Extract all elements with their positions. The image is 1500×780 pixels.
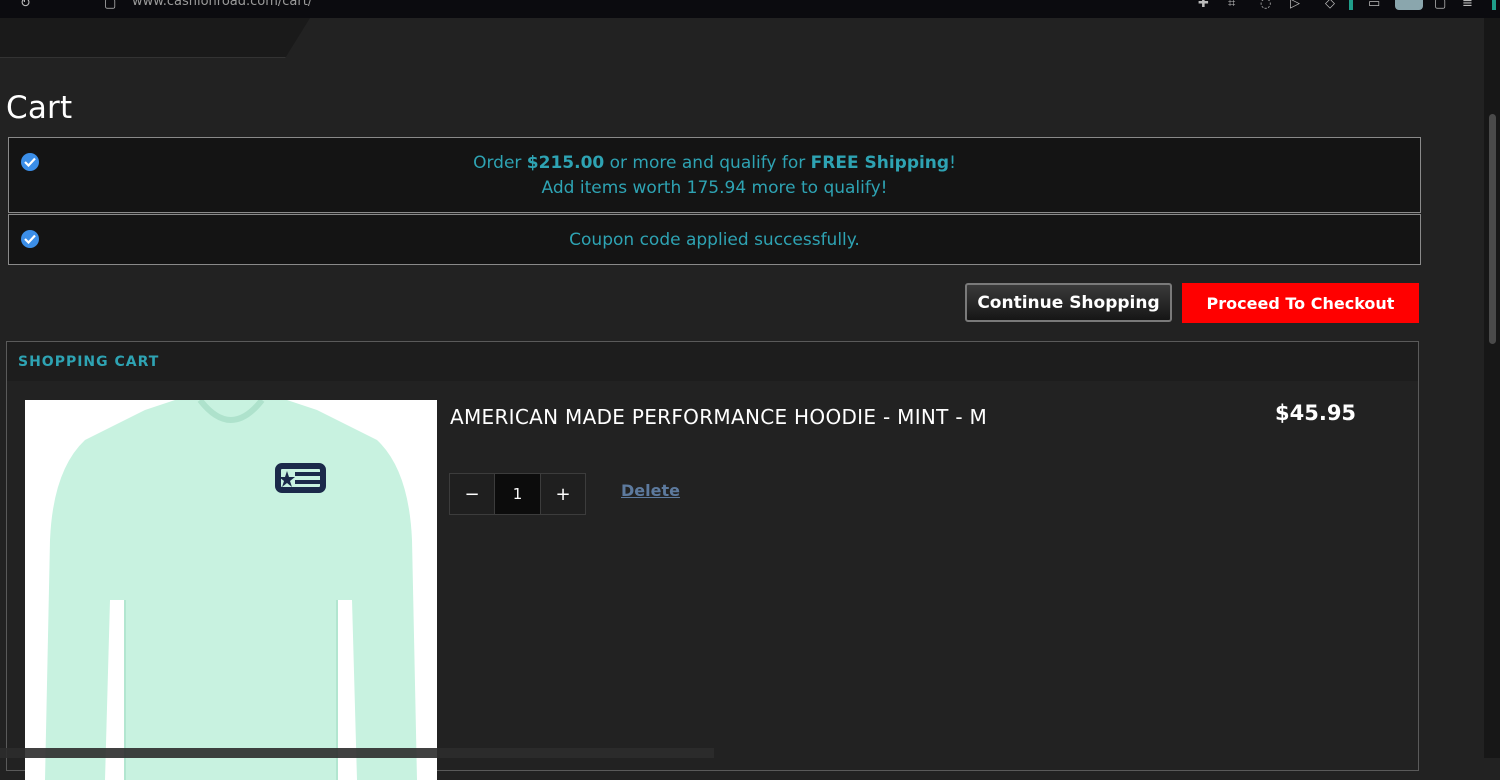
proceed-to-checkout-button[interactable]: Proceed To Checkout	[1182, 283, 1419, 323]
folder-icon[interactable]: ▭	[1368, 0, 1380, 11]
product-image[interactable]	[25, 400, 437, 780]
shipping-line-1: Order $215.00 or more and qualify for FR…	[473, 153, 956, 173]
page-title: Cart	[6, 90, 73, 126]
play-icon[interactable]: ▷	[1290, 0, 1300, 11]
page-scrollbar[interactable]	[1484, 18, 1500, 758]
pin-icon[interactable]: ◇	[1325, 0, 1335, 11]
reload-icon[interactable]: ↻	[20, 0, 31, 11]
address-bar[interactable]: www.cashionroad.com/cart/	[132, 0, 312, 9]
threshold-amount: $215.00	[526, 153, 605, 173]
product-price: $45.95	[1275, 401, 1357, 425]
extension-indicator	[1349, 0, 1353, 10]
hoodie-illustration	[25, 400, 437, 780]
shopping-cart-header: SHOPPING CART	[7, 342, 1418, 381]
coupon-notice: Coupon code applied successfully.	[8, 214, 1421, 265]
scrollbar-thumb[interactable]	[1489, 114, 1496, 344]
coupon-message: Coupon code applied successfully.	[569, 230, 860, 250]
extension-indicator-right	[1492, 0, 1496, 10]
free-shipping-notice: Order $215.00 or more and qualify for FR…	[8, 137, 1421, 213]
continue-shopping-button[interactable]: Continue Shopping	[965, 283, 1172, 322]
decrease-quantity-button[interactable]: −	[450, 474, 494, 514]
browser-toolbar: ↻ ▢ www.cashionroad.com/cart/ ✚ ⌗ ◌ ▷ ◇ …	[0, 0, 1500, 18]
crop-icon[interactable]: ⌗	[1228, 0, 1235, 11]
page-info-icon[interactable]: ▢	[104, 0, 116, 11]
profile-pill[interactable]	[1395, 0, 1423, 10]
site-header-band	[0, 18, 310, 58]
extension-icon[interactable]: ✚	[1198, 0, 1209, 11]
shipping-line-2: Add items worth 175.94 more to qualify!	[541, 178, 888, 198]
window-icon[interactable]: ▢	[1434, 0, 1446, 11]
product-title[interactable]: AMERICAN MADE PERFORMANCE HOODIE - MINT …	[450, 405, 987, 429]
shopping-cart-panel: SHOPPING CART AMERICAN MADE PERFORMANCE …	[6, 341, 1419, 780]
quantity-stepper: − +	[449, 473, 586, 515]
check-circle-icon	[21, 153, 39, 171]
gauge-icon[interactable]: ◌	[1260, 0, 1271, 11]
check-circle-icon	[21, 230, 39, 248]
delete-item-link[interactable]: Delete	[621, 481, 680, 500]
increase-quantity-button[interactable]: +	[541, 474, 585, 514]
menu-icon[interactable]: ≡	[1462, 0, 1473, 11]
free-shipping-label: FREE Shipping	[810, 153, 950, 173]
quantity-input[interactable]	[494, 474, 541, 514]
browser-status-bar	[0, 748, 714, 758]
